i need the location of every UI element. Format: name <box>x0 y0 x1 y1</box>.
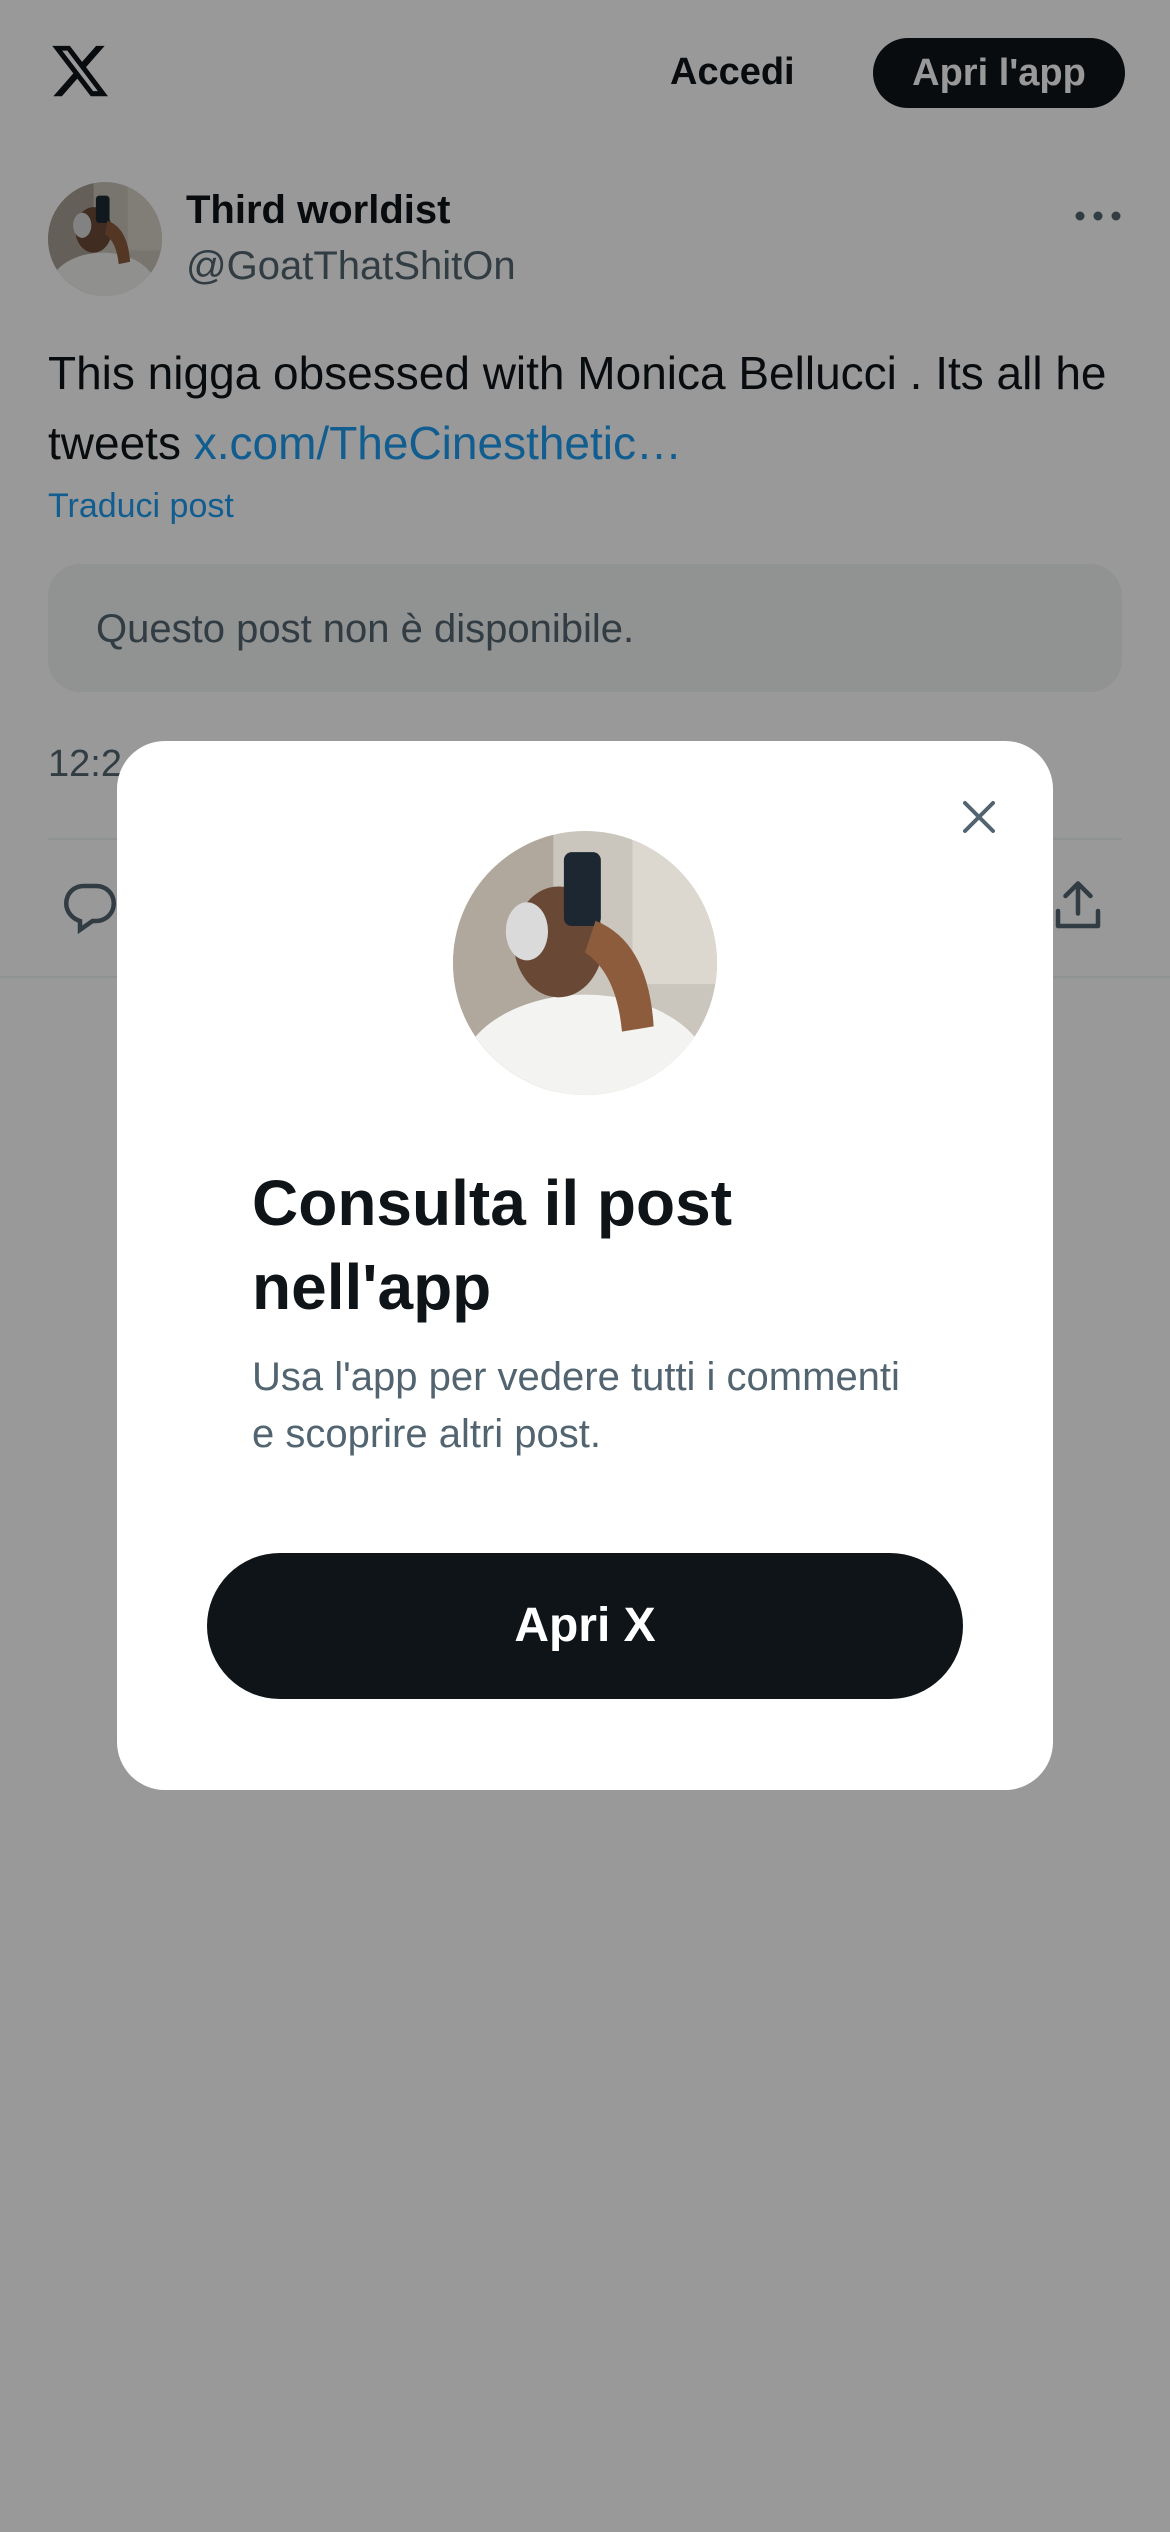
avatar-photo <box>453 831 717 1095</box>
modal-subtitle: Usa l'app per vedere tutti i commenti e … <box>252 1355 900 1456</box>
modal-title: Consulta il post nell'app <box>252 1167 732 1323</box>
open-in-app-modal: Consulta il post nell'app Usa l'app per … <box>117 741 1053 1790</box>
open-x-button[interactable]: Apri X <box>207 1553 963 1699</box>
page: Accedi Apri l'app Third worldist @GoatTh… <box>0 0 1170 2532</box>
author-avatar-large <box>453 831 717 1095</box>
close-icon[interactable] <box>953 791 1005 843</box>
